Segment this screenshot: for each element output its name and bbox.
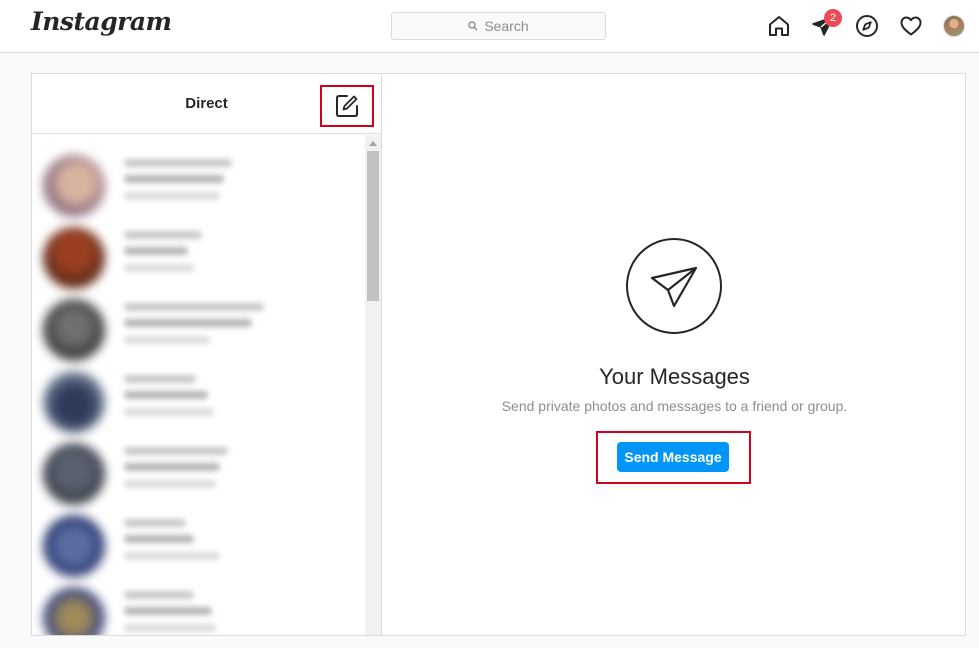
avatar	[43, 155, 105, 217]
send-message-button[interactable]: Send Message	[617, 442, 729, 472]
paper-plane-icon	[650, 266, 698, 308]
new-message-icon	[336, 95, 358, 117]
conversation-item[interactable]	[32, 505, 365, 577]
conversation-item[interactable]	[32, 577, 365, 635]
instagram-logo[interactable]: Instagram	[31, 7, 172, 36]
scroll-thumb[interactable]	[367, 151, 379, 301]
conversation-list[interactable]	[32, 135, 365, 635]
avatar	[43, 515, 105, 577]
conversation-column: Direct	[32, 74, 382, 635]
profile-avatar[interactable]	[943, 15, 965, 37]
direct-inbox-panel: Direct Your Messages Send private photos…	[31, 73, 966, 636]
conversation-item[interactable]	[32, 145, 365, 217]
conversation-item[interactable]	[32, 217, 365, 289]
activity-heart-icon[interactable]	[899, 14, 923, 38]
avatar	[43, 443, 105, 505]
empty-message-state: Your Messages Send private photos and me…	[383, 74, 966, 635]
conversation-item[interactable]	[32, 361, 365, 433]
conversation-scrollbar[interactable]	[365, 135, 381, 635]
conversation-item[interactable]	[32, 289, 365, 361]
scroll-up-arrow-icon[interactable]	[369, 141, 377, 146]
search-input[interactable]: Search	[391, 12, 606, 40]
empty-state-title: Your Messages	[599, 364, 750, 389]
explore-icon[interactable]	[855, 14, 879, 38]
home-icon[interactable]	[767, 14, 791, 38]
message-icon-circle	[626, 238, 722, 334]
top-navigation-bar: Instagram Search 2	[0, 0, 979, 53]
new-message-button[interactable]	[320, 85, 374, 127]
avatar	[43, 587, 105, 635]
direct-unread-badge: 2	[824, 9, 842, 27]
empty-state-subtitle: Send private photos and messages to a fr…	[501, 398, 848, 414]
avatar	[43, 227, 105, 289]
avatar	[43, 299, 105, 361]
inbox-header: Direct	[32, 74, 381, 134]
conversation-item[interactable]	[32, 433, 365, 505]
search-icon	[468, 21, 478, 31]
search-placeholder: Search	[484, 18, 529, 34]
avatar	[43, 371, 105, 433]
